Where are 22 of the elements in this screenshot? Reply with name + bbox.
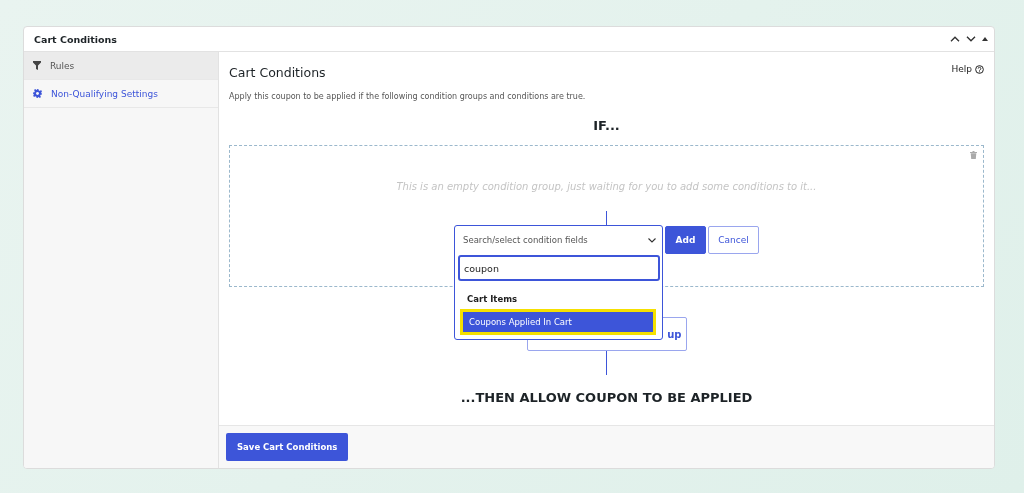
search-field[interactable]: coupon	[458, 255, 660, 281]
chevron-down-icon	[648, 237, 656, 243]
help-link[interactable]: Help	[951, 64, 984, 74]
option-group-label: Cart Items	[467, 294, 519, 304]
description-text: Apply this coupon to be applied if the following condition groups and conditions are true.	[229, 92, 587, 101]
if-heading: IF...	[592, 118, 621, 133]
save-button[interactable]: Save Cart Conditions	[226, 433, 349, 461]
filter-icon	[33, 61, 41, 70]
add-button[interactable]: Add	[665, 226, 706, 254]
triangle-up-icon[interactable]	[982, 37, 988, 41]
sidebar-item[interactable]: Non-Qualifying Settings	[24, 80, 218, 108]
gear-icon	[33, 89, 42, 98]
dropdown-option[interactable]: Coupons Applied In Cart	[460, 309, 656, 335]
then-heading: ...THEN ALLOW COUPON TO BE APPLIED	[459, 390, 754, 405]
panel-title: Cart Conditions	[34, 33, 117, 45]
chevron-up-icon[interactable]	[950, 36, 960, 42]
select-field[interactable]: Search/select condition fields	[455, 226, 662, 254]
cancel-button[interactable]: Cancel	[708, 226, 759, 254]
sidebar-item[interactable]: Rules	[24, 52, 218, 80]
chevron-down-icon[interactable]	[966, 36, 976, 42]
section-title: Cart Conditions	[229, 64, 326, 80]
help-icon	[975, 64, 984, 74]
